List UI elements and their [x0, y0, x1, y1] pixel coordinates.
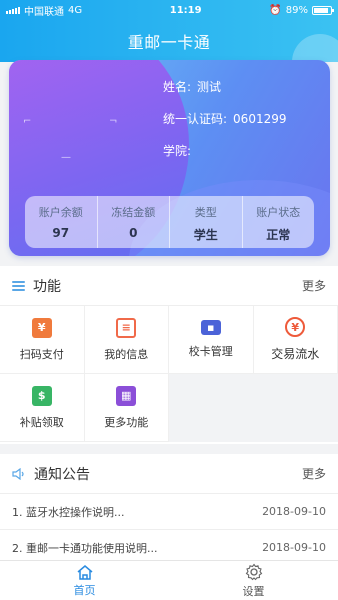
- card-manage-icon: ▪: [200, 320, 221, 335]
- gear-icon: [245, 563, 262, 580]
- function-transactions[interactable]: ¥ 交易流水: [253, 306, 338, 374]
- my-info-icon: ≡: [116, 317, 137, 338]
- menu-icon: [12, 280, 25, 291]
- tab-label: 设置: [242, 584, 265, 598]
- notice-text: 2. 重邮一卡通功能使用说明...: [12, 541, 158, 555]
- status-time: 11:19: [169, 4, 202, 16]
- function-label: 校卡管理: [188, 345, 233, 358]
- card-decoration: ¬: [109, 116, 118, 127]
- functions-grid: ¥ 扫码支付 ≡ 我的信息 ▪ 校卡管理 ¥ 交易流水 $ 补贴领取 ▦ 更多功…: [0, 306, 338, 442]
- network-label: 4G: [68, 4, 83, 16]
- college-row: 学院:: [163, 142, 197, 159]
- card-decoration: —: [61, 152, 71, 163]
- notices-more-link[interactable]: 更多: [302, 465, 326, 482]
- status-item: 账户状态 正常: [243, 196, 315, 248]
- battery-percent: 89%: [285, 4, 308, 16]
- scan-pay-icon: ¥: [31, 317, 52, 338]
- function-my-info[interactable]: ≡ 我的信息: [84, 306, 169, 374]
- notice-item[interactable]: 1. 蓝牙水控操作说明... 2018-09-10: [0, 494, 338, 530]
- app-header: 中国联通 4G 11:19 ⏰ 89% 重邮一卡通: [0, 0, 338, 62]
- tab-settings[interactable]: 设置: [169, 561, 338, 600]
- function-label: 交易流水: [271, 347, 320, 361]
- grid-empty-cell: [253, 374, 338, 442]
- function-card-manage[interactable]: ▪ 校卡管理: [169, 306, 254, 374]
- notice-item[interactable]: 2. 重邮一卡通功能使用说明... 2018-09-10: [0, 530, 338, 564]
- card-decoration: ⌐: [23, 116, 32, 127]
- auth-code-value: 0601299: [233, 112, 287, 126]
- account-card: ⌐ ¬ — 姓名: 测试 统一认证码: 0601299 学院: 账户余额 97 冻结…: [9, 60, 330, 256]
- notice-date: 2018-09-10: [262, 541, 326, 554]
- grid-empty-cell: [169, 374, 254, 442]
- account-status-value: 正常: [266, 228, 291, 242]
- function-label: 扫码支付: [19, 347, 64, 361]
- notices-title: 通知公告: [34, 466, 90, 483]
- notice-date: 2018-09-10: [262, 505, 326, 518]
- function-scan-pay[interactable]: ¥ 扫码支付: [0, 306, 85, 374]
- frozen-item[interactable]: 冻结金额 0: [98, 196, 170, 248]
- name-row: 姓名: 测试: [163, 78, 221, 95]
- name-label: 姓名:: [163, 80, 192, 94]
- tab-label: 首页: [73, 583, 96, 597]
- notice-text: 1. 蓝牙水控操作说明...: [12, 505, 125, 519]
- tab-home[interactable]: 首页: [0, 561, 169, 600]
- function-label: 补贴领取: [19, 415, 64, 429]
- tab-bar: 首页 设置: [0, 560, 338, 600]
- transaction-icon: ¥: [285, 317, 306, 337]
- auth-code-row: 统一认证码: 0601299: [163, 110, 287, 127]
- function-subsidy[interactable]: $ 补贴领取: [0, 374, 85, 442]
- balance-item[interactable]: 账户余额 97: [25, 196, 98, 248]
- college-label: 学院:: [163, 144, 192, 158]
- carrier-label: 中国联通: [24, 6, 64, 18]
- battery-icon: [312, 5, 334, 15]
- signal-icon: [6, 6, 20, 14]
- functions-title: 功能: [33, 278, 61, 295]
- speaker-icon: [12, 467, 24, 480]
- more-functions-icon: ▦: [116, 385, 137, 406]
- frozen-label: 冻结金额: [111, 206, 156, 219]
- balance-bar: 账户余额 97 冻结金额 0 类型 学生 账户状态 正常: [25, 196, 314, 248]
- balance-label: 账户余额: [38, 206, 83, 219]
- balance-value: 97: [52, 226, 70, 240]
- subsidy-icon: $: [31, 385, 52, 406]
- functions-more-link[interactable]: 更多: [302, 277, 326, 294]
- status-bar: 中国联通 4G 11:19 ⏰ 89%: [0, 0, 338, 20]
- home-icon: [77, 564, 92, 580]
- function-label: 更多功能: [104, 415, 149, 429]
- auth-code-label: 统一认证码:: [163, 112, 228, 126]
- page-title: 重邮一卡通: [127, 33, 211, 52]
- functions-header: 功能 更多: [0, 266, 338, 306]
- functions-panel: 功能 更多 ¥ 扫码支付 ≡ 我的信息 ▪ 校卡管理 ¥ 交易流水 $ 补贴领取…: [0, 266, 338, 444]
- name-value: 测试: [197, 80, 222, 94]
- alarm-icon: ⏰: [269, 4, 282, 16]
- type-label: 类型: [194, 206, 217, 219]
- type-value: 学生: [193, 228, 218, 242]
- account-status-label: 账户状态: [256, 206, 301, 219]
- type-item: 类型 学生: [170, 196, 243, 248]
- function-label: 我的信息: [104, 347, 149, 361]
- function-more[interactable]: ▦ 更多功能: [84, 374, 169, 442]
- frozen-value: 0: [129, 226, 138, 240]
- notices-header: 通知公告 更多: [0, 454, 338, 494]
- notices-panel: 通知公告 更多 1. 蓝牙水控操作说明... 2018-09-10 2. 重邮一…: [0, 454, 338, 564]
